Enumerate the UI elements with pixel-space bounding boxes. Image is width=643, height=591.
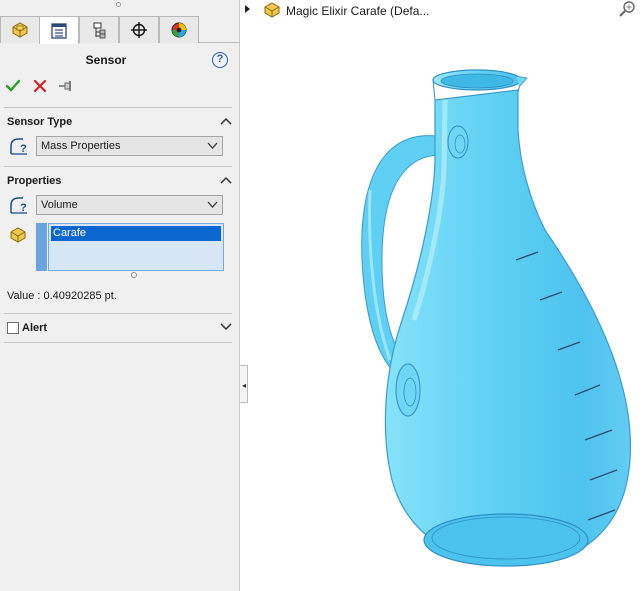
sensor-type-icon: ? <box>8 135 32 157</box>
divider <box>4 342 232 343</box>
svg-text:?: ? <box>20 143 27 155</box>
appearance-icon <box>171 22 187 38</box>
part-icon <box>6 224 30 246</box>
zoom-icon[interactable] <box>617 0 637 21</box>
ok-button[interactable] <box>4 77 22 95</box>
part-icon <box>12 22 28 38</box>
tab-configuration-manager[interactable] <box>79 16 119 43</box>
panel-splitter-handle[interactable]: ◂ <box>240 365 248 403</box>
carafe-model-view[interactable] <box>330 60 635 580</box>
property-select[interactable]: Volume <box>36 195 223 215</box>
properties-heading: Properties <box>7 175 62 187</box>
property-type-icon: ? <box>8 194 32 216</box>
divider <box>4 107 232 108</box>
tab-dimxpert-manager[interactable] <box>119 16 159 43</box>
selection-list-indicator <box>36 223 47 271</box>
divider <box>4 166 232 167</box>
manager-tabs <box>0 16 240 44</box>
property-manager-panel: Sensor ? Sensor Type ? Mass Properties P… <box>0 0 240 591</box>
tab-display-manager[interactable] <box>159 16 199 43</box>
action-buttons <box>4 77 104 95</box>
cancel-button[interactable] <box>31 77 49 95</box>
check-icon <box>5 79 21 92</box>
tab-property-manager[interactable] <box>39 16 79 44</box>
alert-checkbox[interactable] <box>7 322 19 334</box>
selection-list-box[interactable]: Carafe <box>36 223 224 273</box>
configuration-icon <box>93 22 106 39</box>
property-value: Volume <box>41 199 78 211</box>
properties-section-header[interactable]: Properties <box>6 173 234 189</box>
dimxpert-icon <box>131 22 147 38</box>
pushpin-button[interactable] <box>57 77 75 95</box>
chevron-down-icon <box>207 141 218 153</box>
sensor-type-section-header[interactable]: Sensor Type <box>6 114 234 130</box>
part-icon <box>262 1 282 22</box>
list-resize-handle[interactable] <box>131 272 137 278</box>
expand-arrow-icon[interactable] <box>244 4 252 17</box>
part-name[interactable]: Magic Elixir Carafe (Defa... <box>286 4 429 18</box>
page-title: Sensor <box>85 53 127 67</box>
chevron-down-icon[interactable] <box>220 322 232 335</box>
panel-collapse-handle[interactable] <box>116 2 121 7</box>
selection-list[interactable]: Carafe <box>48 223 224 271</box>
chevron-up-icon[interactable] <box>220 116 232 129</box>
alert-label: Alert <box>22 322 48 334</box>
sensor-type-select[interactable]: Mass Properties <box>36 136 223 156</box>
pushpin-icon <box>59 81 71 91</box>
chevron-up-icon[interactable] <box>220 175 232 188</box>
chevron-down-icon <box>207 200 218 212</box>
close-icon <box>33 79 47 93</box>
panel-header: Sensor ? <box>0 50 240 70</box>
help-icon[interactable]: ? <box>212 52 228 68</box>
sensor-type-value: Mass Properties <box>41 140 121 152</box>
sensor-type-heading: Sensor Type <box>7 116 73 128</box>
divider <box>4 313 232 314</box>
property-manager-icon <box>51 22 67 39</box>
svg-text:?: ? <box>20 202 27 214</box>
list-item[interactable]: Carafe <box>51 226 221 241</box>
sensor-value-readout: Value : 0.40920285 pt. <box>7 290 117 302</box>
alert-section-header[interactable]: Alert <box>6 320 234 336</box>
tab-feature-manager[interactable] <box>0 16 40 43</box>
